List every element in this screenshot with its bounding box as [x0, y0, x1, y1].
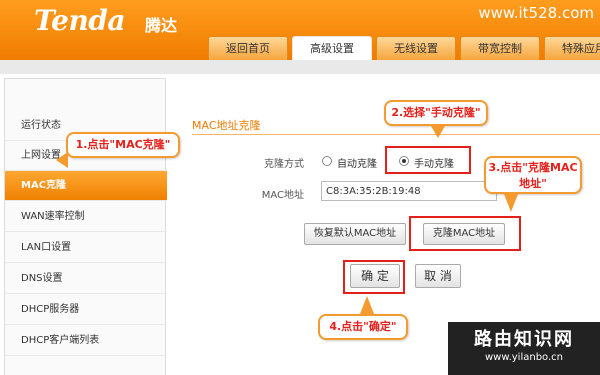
- clone-mac-button[interactable]: 克隆MAC地址: [423, 223, 505, 245]
- callout-step2: 2.选择"手动克隆": [384, 100, 488, 126]
- sidebar-item-dhcp-clients[interactable]: DHCP客户端列表: [5, 326, 167, 356]
- header-bar: Tenda 腾达 www.it528.com 返回首页 高级设置 无线设置 带宽…: [0, 0, 600, 60]
- tenda-logo-cn: 腾达: [145, 16, 178, 35]
- radio-auto-clone-label: 自动克隆: [337, 159, 377, 170]
- site-watermark: www.it528.com: [478, 4, 594, 22]
- tab-advanced[interactable]: 高级设置: [292, 36, 372, 60]
- radio-auto-clone[interactable]: [322, 156, 332, 166]
- clone-mode-label: 克隆方式: [264, 159, 304, 170]
- tab-wireless[interactable]: 无线设置: [376, 36, 456, 60]
- callout-step3-line2: 地址": [519, 177, 547, 190]
- tenda-logo: Tenda: [34, 4, 126, 37]
- section-rule: [192, 134, 600, 135]
- confirm-button[interactable]: 确 定: [350, 264, 400, 288]
- mac-address-input[interactable]: [321, 181, 497, 201]
- radio-manual-clone[interactable]: [399, 156, 409, 166]
- callout-step3-line1: 3.点击"克隆MAC: [488, 161, 578, 174]
- radio-manual-clone-label: 手动克隆: [414, 159, 454, 170]
- sidebar: 运行状态 上网设置 MAC克隆 WAN速率控制 LAN口设置 DNS设置 DHC…: [4, 78, 167, 375]
- section-title: MAC地址克隆: [192, 119, 261, 132]
- header-divider: [0, 60, 600, 74]
- cancel-button[interactable]: 取 消: [415, 264, 461, 288]
- callout-step3-arrow: [504, 194, 518, 212]
- callout-step3: 3.点击"克隆MAC 地址": [484, 156, 582, 194]
- sidebar-item-lan[interactable]: LAN口设置: [5, 233, 167, 263]
- callout-step4-arrow: [360, 296, 374, 314]
- callout-step1-arrow: [56, 152, 68, 168]
- watermark-url: www.yilanbo.cn: [484, 352, 564, 363]
- tab-bandwidth[interactable]: 带宽控制: [460, 36, 540, 60]
- restore-default-mac-button[interactable]: 恢复默认MAC地址: [304, 223, 406, 245]
- callout-step2-arrow: [431, 126, 445, 138]
- sidebar-item-wan-rate[interactable]: WAN速率控制: [5, 202, 167, 232]
- callout-step1: 1.点击"MAC克隆": [66, 132, 180, 158]
- callout-step4: 4.点击"确定": [318, 314, 408, 340]
- top-tabs: 返回首页 高级设置 无线设置 带宽控制 特殊应用: [208, 36, 600, 60]
- sidebar-item-mac-clone[interactable]: MAC克隆: [5, 171, 167, 201]
- sidebar-item-dhcp-server[interactable]: DHCP服务器: [5, 295, 167, 325]
- watermark-title: 路由知识网: [474, 329, 574, 350]
- tab-special[interactable]: 特殊应用: [544, 36, 600, 60]
- sidebar-item-dns[interactable]: DNS设置: [5, 264, 167, 294]
- site-watermark-box: 路由知识网 www.yilanbo.cn: [448, 322, 600, 375]
- mac-address-label: MAC地址: [261, 190, 304, 201]
- tab-home[interactable]: 返回首页: [208, 36, 288, 60]
